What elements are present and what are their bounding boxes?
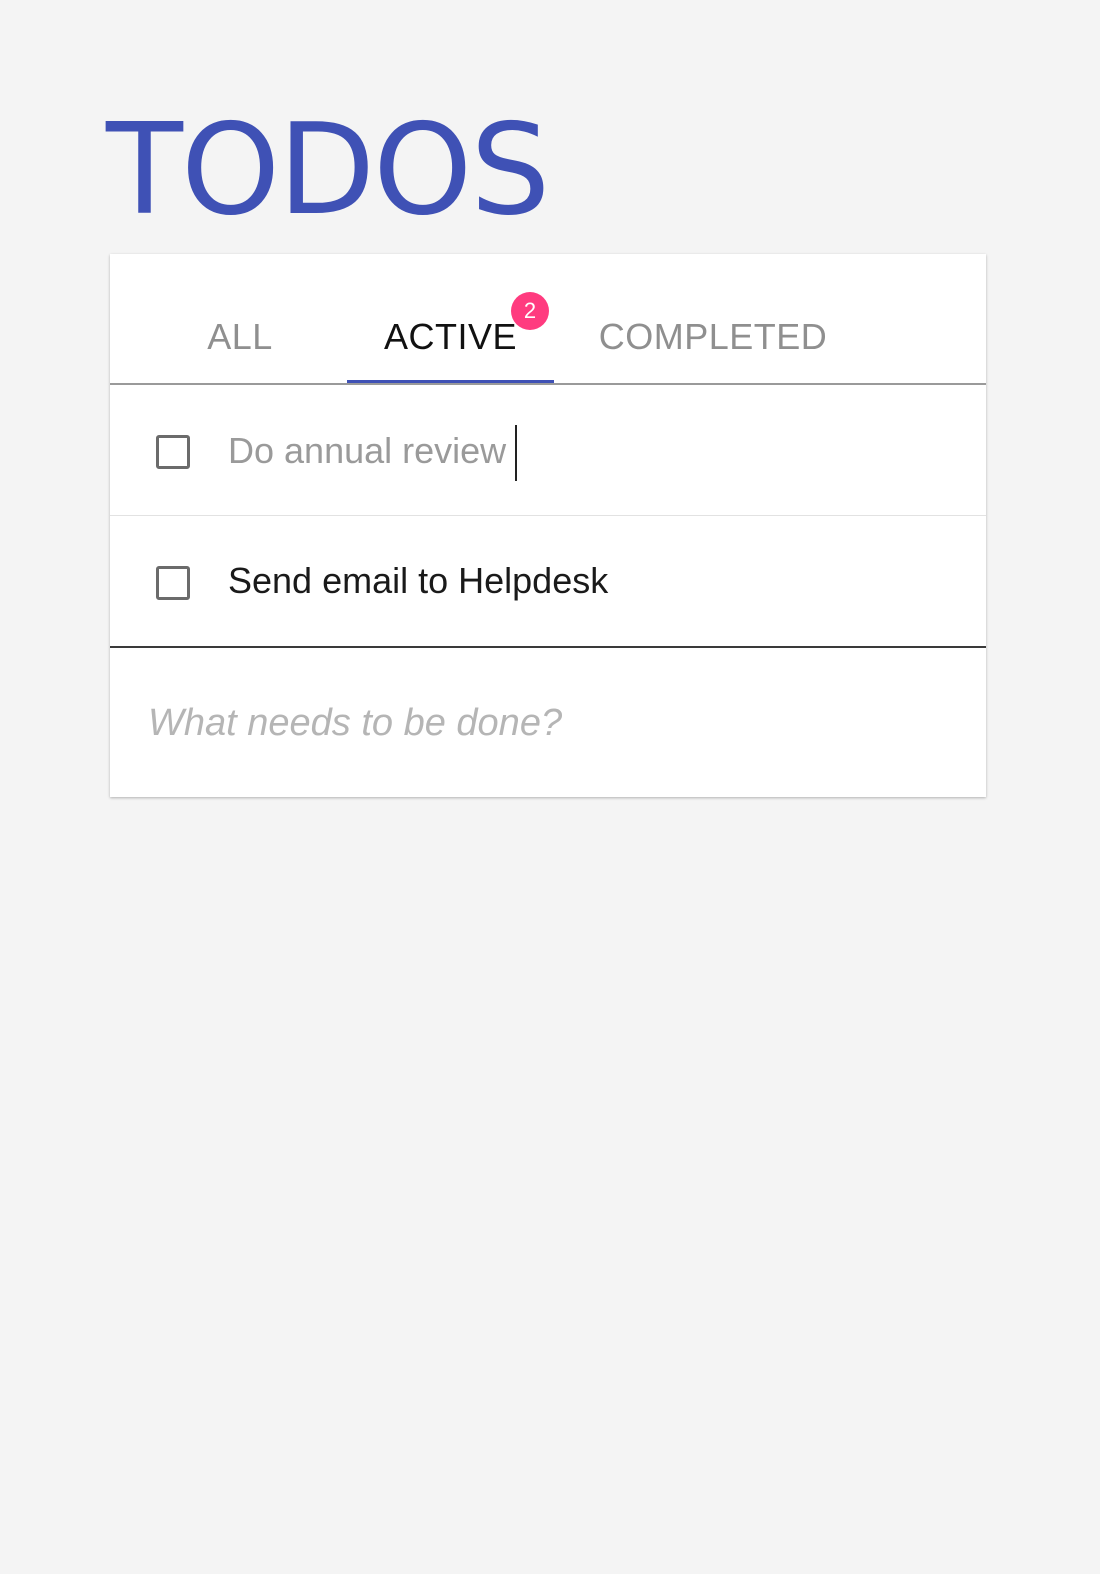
todo-edit-field[interactable]: Do annual review [228,423,928,479]
todo-edit-value: Do annual review [228,430,507,471]
app-title: TODOS [106,96,550,243]
filter-tabs: ALL ACTIVE 2 COMPLETED [110,254,986,385]
new-todo-input[interactable] [148,698,948,748]
new-todo-row [110,648,986,798]
todo-text[interactable]: Send email to Helpdesk [228,556,608,606]
active-count-badge: 2 [511,292,550,330]
todo-checkbox[interactable] [156,435,190,469]
tab-all[interactable]: ALL [170,314,310,383]
tab-completed-label: COMPLETED [598,316,828,357]
tab-all-label: ALL [207,316,273,357]
tab-active-label: ACTIVE [383,316,518,357]
tab-active[interactable]: ACTIVE 2 [347,292,554,383]
todo-checkbox[interactable] [156,566,190,600]
todo-item: Do annual review [110,385,986,516]
text-cursor [515,425,517,481]
todo-card: ALL ACTIVE 2 COMPLETED Do annual review … [110,254,986,797]
todo-item: Send email to Helpdesk [110,516,986,648]
tab-completed[interactable]: COMPLETED [588,314,838,383]
